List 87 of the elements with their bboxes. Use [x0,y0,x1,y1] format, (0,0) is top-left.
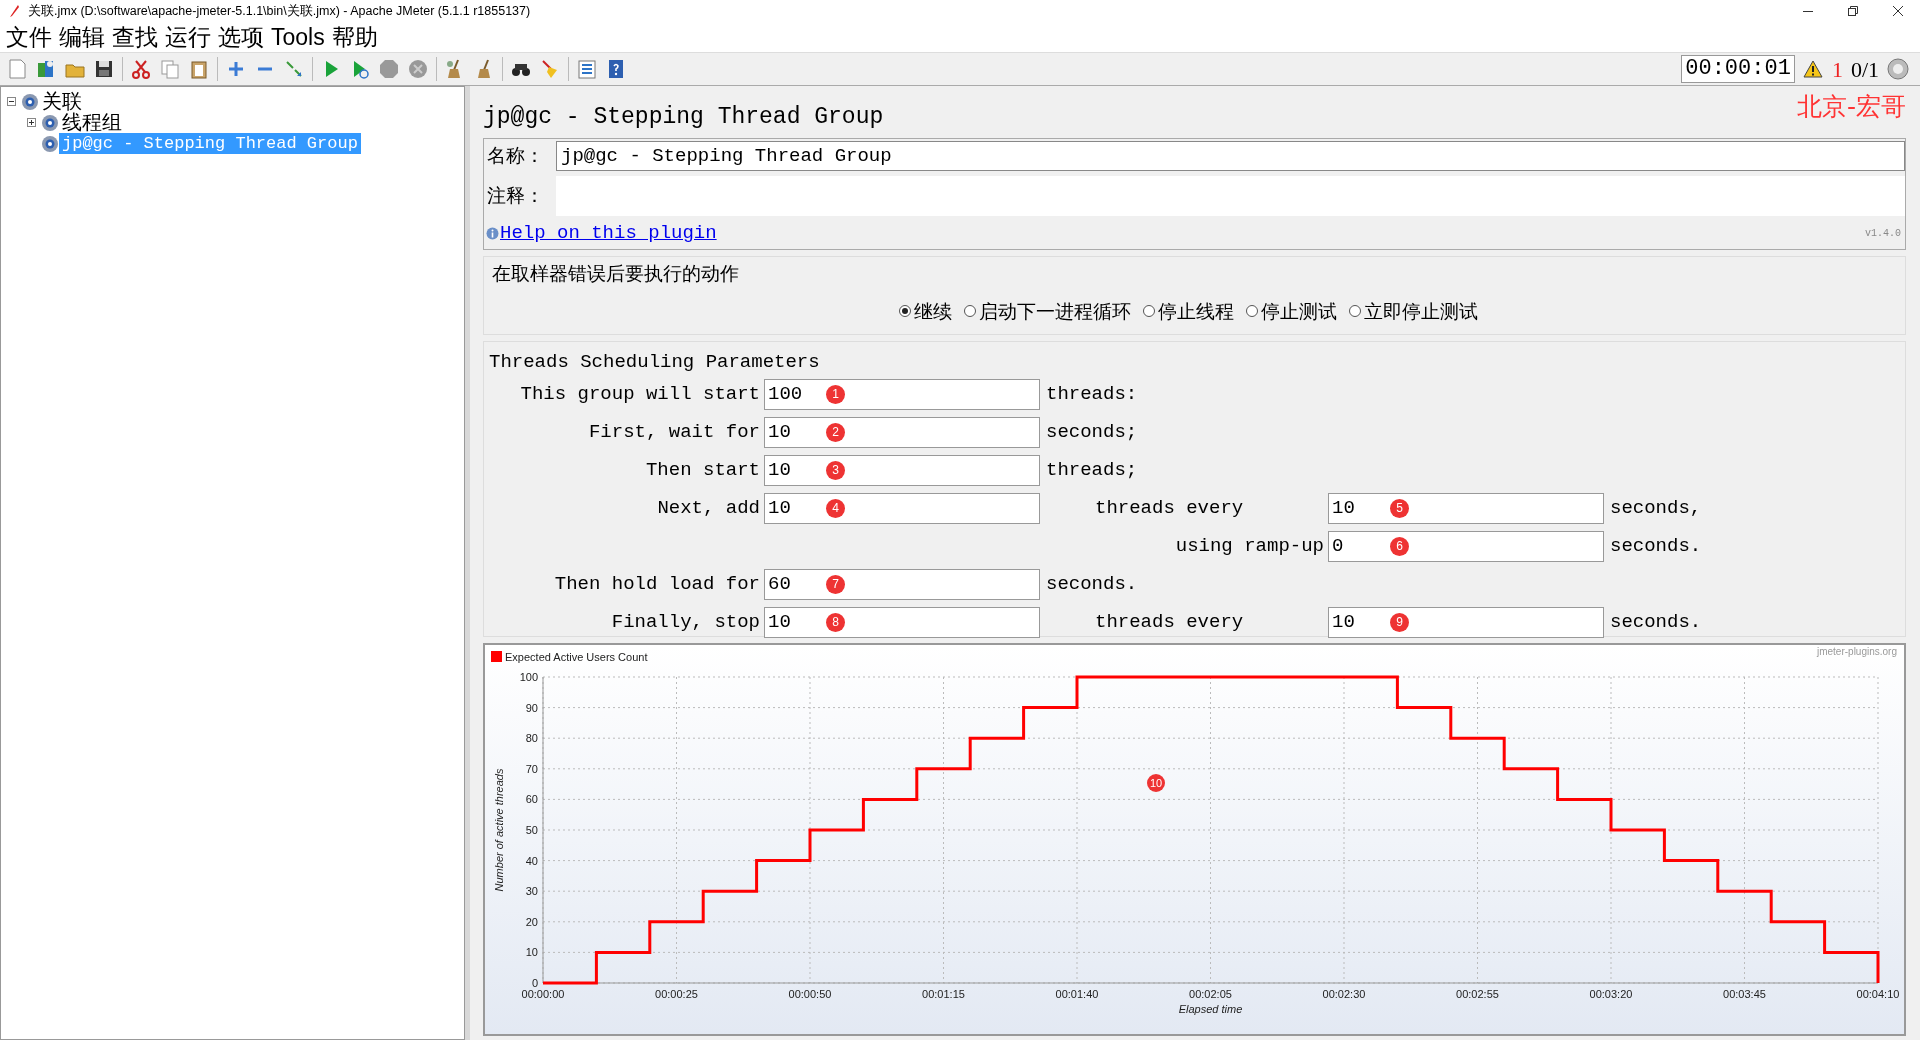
restore-icon[interactable] [1847,6,1858,17]
gear-icon [21,92,39,111]
tick-label: 10 [525,946,538,959]
comment-field[interactable] [556,175,1905,216]
tick-label: 0 [531,977,538,989]
legend-label: Expected Active Users Count [505,651,648,663]
tick-label: 00:04:10 [1856,988,1900,1000]
warning-icon[interactable] [1802,60,1823,78]
menu-item[interactable]: Tools [269,22,330,52]
menu-item[interactable]: 文件 [4,22,57,52]
thread-count: 0/1 [1850,55,1879,84]
tick-label: 70 [525,762,538,775]
field-label: This group will start [519,381,761,407]
gear-icon [41,134,59,153]
gear-icon [41,113,59,132]
tick-label: 100 [519,671,538,683]
scissors-icon[interactable] [130,58,152,80]
info-icon [486,227,499,241]
field-label: threads every [1094,495,1245,521]
menu-item[interactable]: 运行 [163,22,216,52]
tick-label: 50 [525,824,538,836]
field-label: Then hold load for [553,571,761,597]
tick-label: 00:02:05 [1189,988,1232,1000]
group-title: Threads Scheduling Parameters [488,350,821,375]
tick-label: 80 [525,732,538,745]
warning-count[interactable]: 1 [1831,52,1843,86]
list-icon[interactable] [576,58,598,80]
legend-swatch [491,651,502,662]
menu-item[interactable]: 编辑 [57,22,110,52]
author-note: 北京-宏哥 [1796,92,1906,122]
tick-label: 90 [525,701,538,714]
group-title: 在取样器错误后要执行的动作 [491,260,740,286]
annotation-badge: 10 [1147,774,1165,792]
panel-title: jp@gc - Stepping Thread Group [483,103,884,132]
tick-label: 00:02:55 [1456,988,1499,1000]
axis-title: Number of active threads [493,768,505,892]
field-label: First, wait for [587,419,761,445]
field-label: using ramp-up [1174,533,1325,559]
version-label: v1.4.0 [1865,227,1902,242]
feather-icon [8,4,20,18]
axis-title: Elapsed time [1178,1003,1243,1015]
radio-option[interactable]: 停止测试 [1246,297,1337,326]
timer-display: 00:00:01 [1681,55,1795,83]
tick-label: 00:01:15 [922,988,965,1000]
tick-label: 00:01:40 [1055,988,1099,1000]
radio-option[interactable]: 停止线程 [1143,297,1234,326]
radio-option[interactable]: 启动下一进程循环 [964,297,1131,326]
radio-option[interactable]: 继续 [899,297,952,326]
tick-label: 00:00:00 [521,988,565,1000]
window-title: 关联.jmx (D:\software\apache-jmeter-5.1.1\bin\关联.jmx) - Apache JMeter (5.1.1 r1855137) [28,2,532,20]
credit-label: jmeter-plugins.org [1816,646,1897,657]
tick-label: 60 [525,793,538,806]
tree-item[interactable]: 关联 [39,91,85,112]
field-label: seconds; [1045,419,1139,445]
tree-item[interactable]: 线程组 [59,112,125,133]
radio-option[interactable]: 立即停止测试 [1349,297,1478,326]
help-link[interactable]: Help on this plugin [500,219,717,248]
tick-label: 30 [525,885,538,898]
tick-label: 00:00:25 [655,988,698,1000]
stop-sign-icon[interactable] [378,58,400,80]
tree-toggle-icon[interactable] [27,118,36,127]
cancel-icon[interactable] [407,58,429,80]
field-label: Next, add [656,495,761,521]
field-label: seconds. [1609,609,1703,635]
tick-label: 00:03:20 [1589,988,1633,1000]
tick-label: 20 [525,915,538,928]
close-icon[interactable] [1892,6,1903,17]
field-label: seconds, [1609,495,1703,521]
field-label: Then start [644,457,761,483]
tree-toggle-icon[interactable] [7,97,16,106]
tick-label: 00:00:50 [788,988,832,1000]
menu-item[interactable]: 选项 [216,22,269,52]
field-label: seconds. [1045,571,1139,597]
field-label: threads every [1094,609,1245,635]
menu-item[interactable]: 查找 [110,22,163,52]
field-label: 名称： [486,143,545,169]
tick-label: 00:02:30 [1322,988,1366,1000]
field-label: threads: [1045,381,1139,407]
name-field[interactable]: jp@gc - Stepping Thread Group [556,140,1905,171]
menu-item[interactable]: 帮助 [329,22,383,52]
field-label: threads; [1045,457,1139,483]
clipboard-icon[interactable] [188,58,210,80]
field-label: 注释： [486,183,545,209]
field-label: seconds. [1609,533,1703,559]
tick-label: 40 [525,854,538,867]
field-label: Finally, stop [610,609,761,635]
tick-label: 00:03:45 [1723,988,1766,1000]
